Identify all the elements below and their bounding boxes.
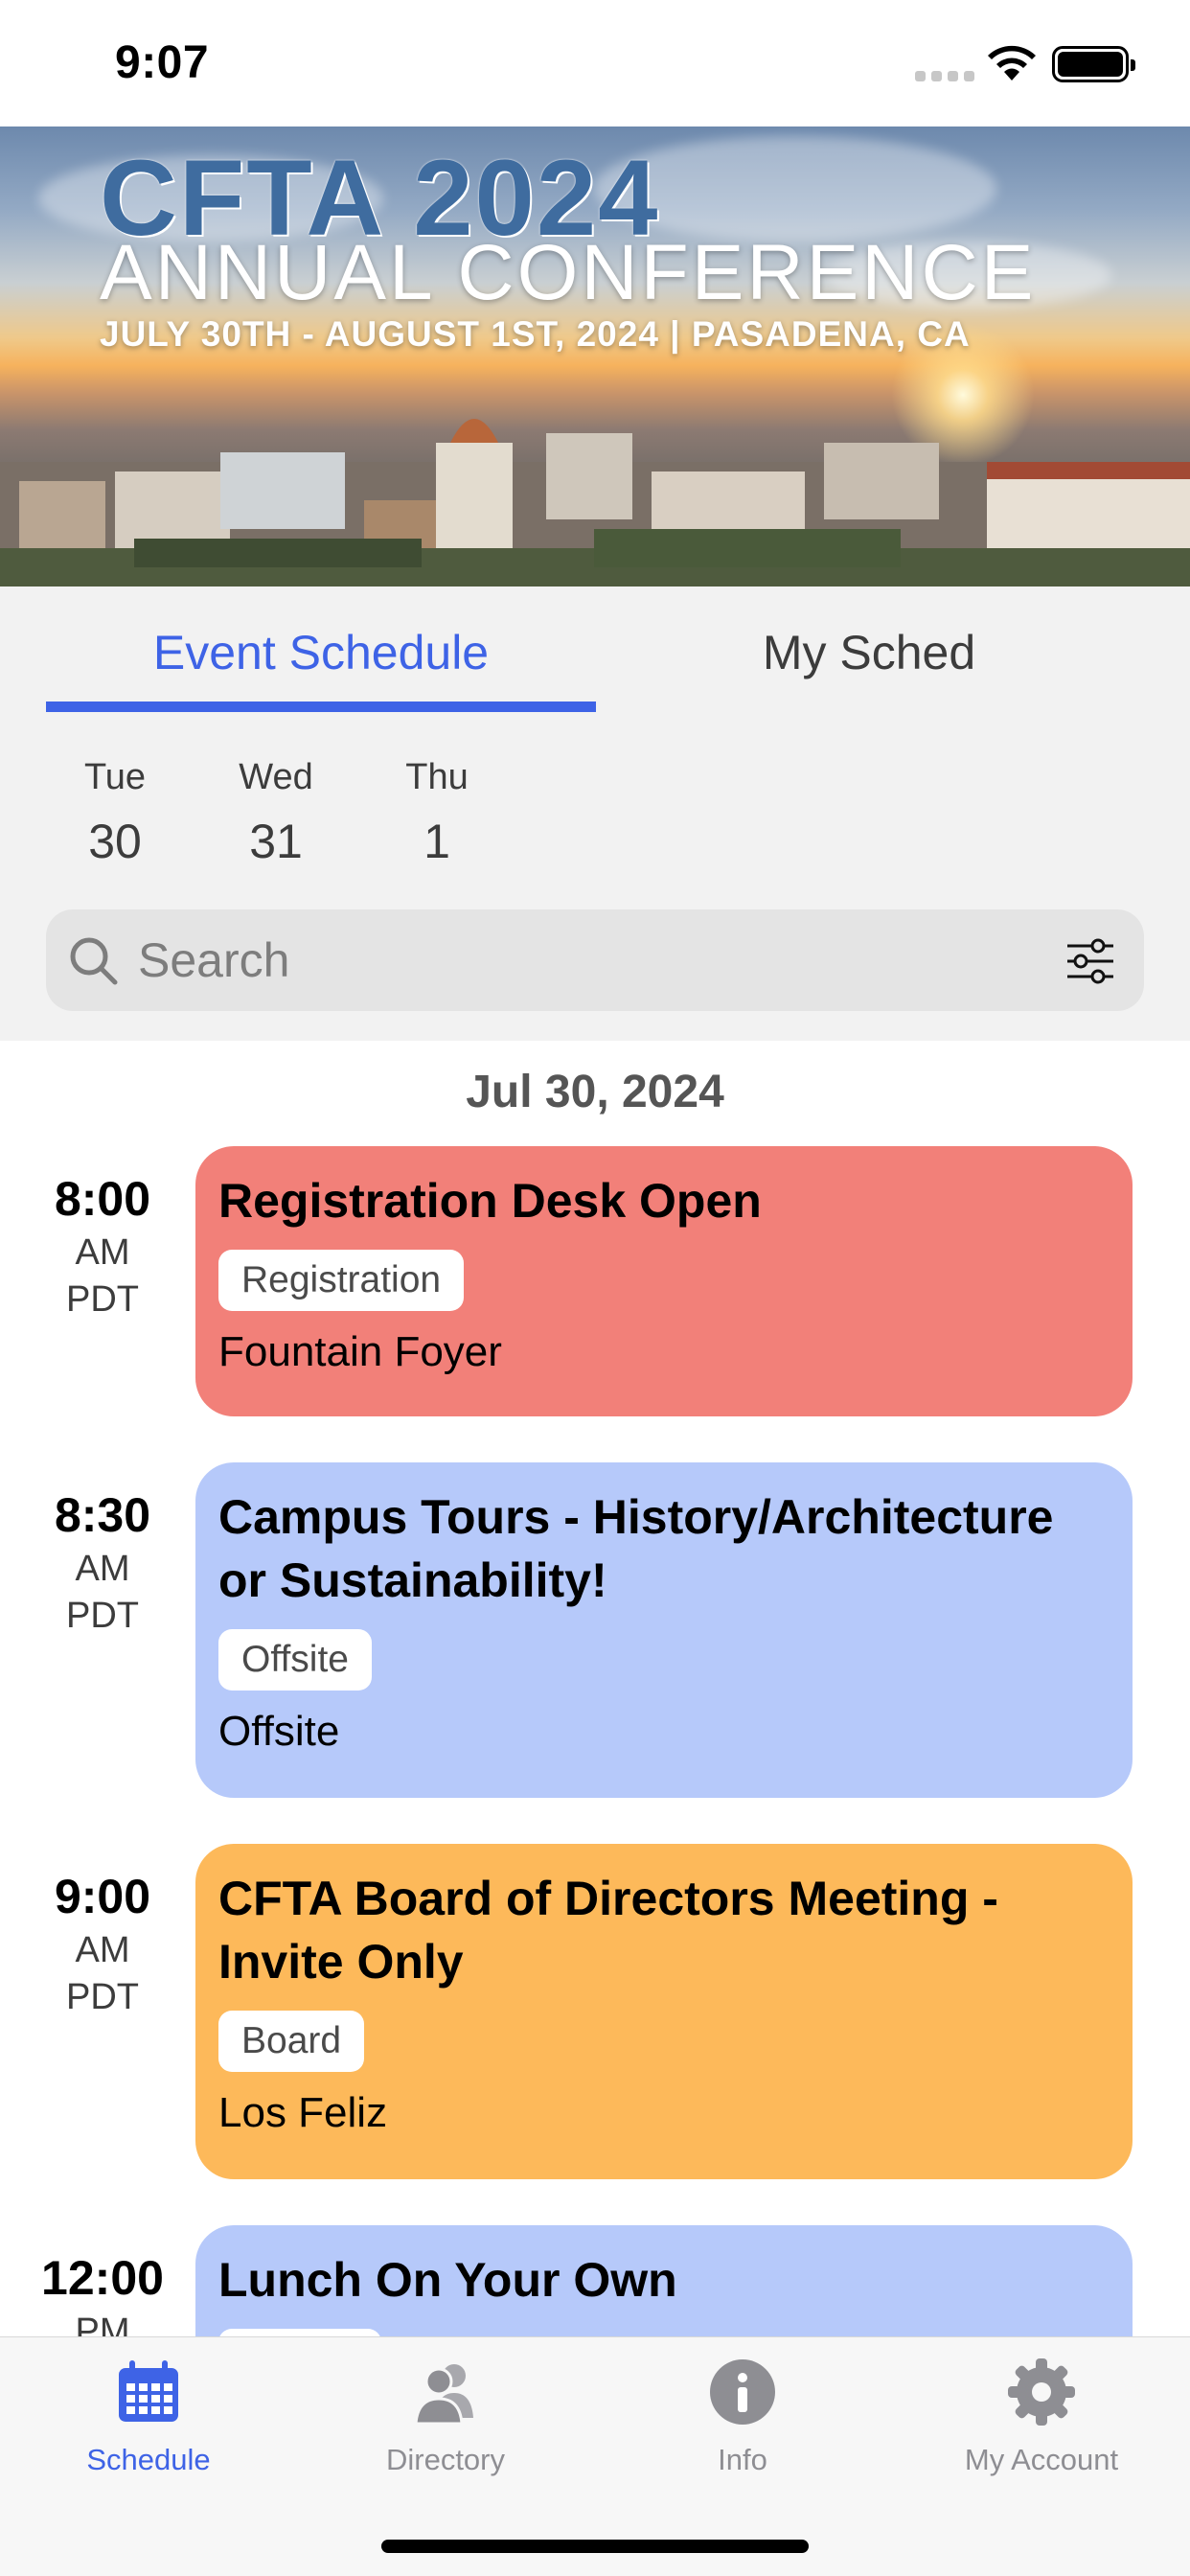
search-input[interactable]: Search <box>46 909 1144 1011</box>
day-tue[interactable]: Tue 30 <box>67 757 163 869</box>
tab-label: Directory <box>385 2443 505 2476</box>
event-location: Los Feliz <box>218 2089 388 2136</box>
info-icon <box>710 2359 775 2425</box>
time-zone: PDT <box>66 1596 139 1636</box>
status-time: 9:07 <box>115 37 210 88</box>
tab-my-account[interactable]: My Account <box>893 2357 1190 2477</box>
tab-label: Info <box>718 2443 767 2476</box>
gear-icon <box>1008 2358 1075 2426</box>
people-icon <box>414 2364 473 2426</box>
tab-schedule[interactable]: Schedule <box>0 2357 297 2477</box>
day-thu[interactable]: Thu 1 <box>389 757 485 869</box>
wifi-icon <box>988 45 1036 80</box>
tab-info[interactable]: Info <box>594 2357 891 2477</box>
schedule-controls: Event Schedule My Sched Tue 30 Wed 31 Th… <box>0 586 1190 1041</box>
battery-icon <box>1052 46 1135 82</box>
banner-subtitle: ANNUAL CONFERENCE <box>100 229 1037 316</box>
filter-sliders-icon[interactable] <box>1064 938 1117 984</box>
event-time: 9:00 AM PDT <box>19 1869 186 2018</box>
time-value: 8:30 <box>54 1488 151 1542</box>
day-name: Wed <box>239 757 313 797</box>
event-time: 12:00 PM <box>19 2250 186 2336</box>
day-number: 1 <box>423 815 450 868</box>
day-number: 31 <box>249 815 303 868</box>
status-bar: 9:07 <box>0 0 1190 126</box>
active-tab-indicator <box>46 702 596 712</box>
time-zone: PDT <box>66 1977 139 2017</box>
cellular-signal-icon <box>915 71 974 81</box>
schedule-list[interactable]: Jul 30, 2024 Registration Desk Open Regi… <box>0 1041 1190 2336</box>
tab-event-schedule[interactable]: Event Schedule <box>46 625 596 680</box>
event-time: 8:00 AM PDT <box>19 1171 186 1321</box>
conference-banner: CFTA 2024 ANNUAL CONFERENCE JULY 30TH - … <box>0 126 1190 586</box>
time-ampm: PM <box>75 2312 130 2336</box>
event-tag: Offsite <box>218 1629 372 1690</box>
time-value: 8:00 <box>54 1172 151 1226</box>
event-card-campus-tours[interactable]: Campus Tours - History/Architecture or S… <box>195 1462 1133 1798</box>
tab-my-sched[interactable]: My Sched <box>594 625 1144 680</box>
tab-label: Schedule <box>86 2443 211 2476</box>
event-tag <box>218 2329 381 2336</box>
day-name: Tue <box>83 757 147 797</box>
time-ampm: AM <box>75 1549 130 1589</box>
calendar-icon <box>119 2360 178 2422</box>
day-wed[interactable]: Wed 31 <box>228 757 324 869</box>
event-time: 8:30 AM PDT <box>19 1487 186 1637</box>
search-placeholder: Search <box>138 933 290 987</box>
tab-label: My Account <box>964 2443 1119 2476</box>
event-location: Fountain Foyer <box>218 1328 502 1375</box>
event-location: Offsite <box>218 1708 340 1755</box>
banner-dates-location: JULY 30TH - AUGUST 1ST, 2024 | PASADENA,… <box>100 314 971 354</box>
day-number: 30 <box>88 815 142 868</box>
day-name: Thu <box>405 757 469 797</box>
time-ampm: AM <box>75 1930 130 1970</box>
tab-directory[interactable]: Directory <box>297 2357 594 2477</box>
event-card-board-meeting[interactable]: CFTA Board of Directors Meeting - Invite… <box>195 1844 1133 2179</box>
event-title: Lunch On Your Own <box>218 2253 677 2307</box>
event-title: Registration Desk Open <box>218 1174 762 1228</box>
event-card-lunch[interactable]: Lunch On Your Own <box>195 2225 1133 2336</box>
city-skyline-image <box>0 419 1190 586</box>
home-indicator[interactable] <box>381 2540 809 2553</box>
event-title: CFTA Board of Directors Meeting - Invite… <box>218 1872 998 1989</box>
time-value: 12:00 <box>41 2251 164 2305</box>
time-zone: PDT <box>66 1279 139 1320</box>
date-header: Jul 30, 2024 <box>466 1067 724 1117</box>
event-tag: Board <box>218 2011 365 2072</box>
event-title: Campus Tours - History/Architecture or S… <box>218 1490 1054 1607</box>
search-icon <box>70 937 118 985</box>
event-tag: Registration <box>218 1250 465 1311</box>
time-ampm: AM <box>75 1232 130 1273</box>
time-value: 9:00 <box>54 1870 151 1923</box>
event-card-registration[interactable]: Registration Desk Open Registration Foun… <box>195 1146 1133 1416</box>
